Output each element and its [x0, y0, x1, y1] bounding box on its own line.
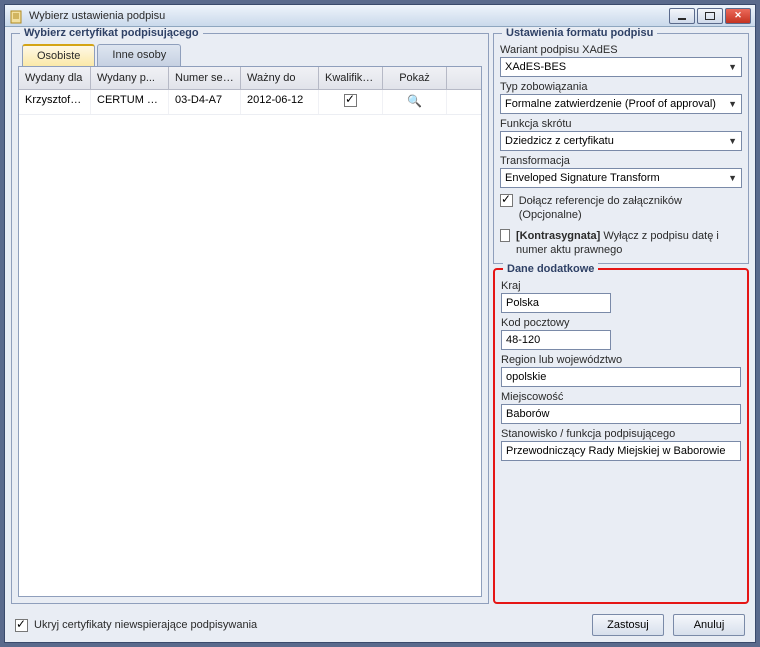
chevron-down-icon: ▼	[728, 173, 737, 183]
chevron-down-icon: ▼	[728, 136, 737, 146]
magnify-icon: 🔍	[407, 94, 422, 108]
th-show[interactable]: Pokaż	[383, 67, 447, 89]
table-row[interactable]: Krzysztof R... CERTUM QCA 03-D4-A7 2012-…	[19, 90, 481, 115]
cell-qualified	[319, 90, 383, 114]
hide-unsupported-checkbox[interactable]	[15, 619, 28, 632]
certificate-legend: Wybierz certyfikat podpisującego	[20, 27, 203, 39]
hash-label: Funkcja skrótu	[500, 118, 742, 130]
role-label: Stanowisko / funkcja podpisującego	[501, 428, 741, 440]
chevron-down-icon: ▼	[728, 62, 737, 72]
commitment-label: Typ zobowiązania	[500, 81, 742, 93]
app-icon	[9, 8, 25, 24]
tab-others[interactable]: Inne osoby	[97, 44, 181, 66]
tab-personal[interactable]: Osobiste	[22, 44, 95, 66]
extra-legend: Dane dodatkowe	[503, 263, 598, 275]
th-issued-to[interactable]: Wydany dla	[19, 67, 91, 89]
dialog-window: Wybierz ustawienia podpisu Wybierz certy…	[4, 4, 756, 643]
cancel-button[interactable]: Anuluj	[673, 614, 745, 636]
format-legend: Ustawienia formatu podpisu	[502, 27, 657, 39]
variant-select[interactable]: XAdES-BES▼	[500, 57, 742, 77]
extra-data-panel: Dane dodatkowe Kraj Polska Kod pocztowy …	[493, 268, 749, 604]
contrasign-label: [Kontrasygnata] Wyłącz z podpisu datę i …	[516, 229, 742, 258]
transform-label: Transformacja	[500, 155, 742, 167]
region-input[interactable]: opolskie	[501, 367, 741, 387]
attach-refs-label: Dołącz referencje do załączników (Opcjon…	[519, 194, 742, 223]
th-qualified[interactable]: Kwalifiko...	[319, 67, 383, 89]
country-label: Kraj	[501, 280, 741, 292]
contrasign-checkbox[interactable]	[500, 229, 510, 242]
close-button[interactable]	[725, 8, 751, 24]
role-input[interactable]: Przewodniczący Rady Miejskiej w Baborowi…	[501, 441, 741, 461]
hash-select[interactable]: Dziedzicz z certyfikatu▼	[500, 131, 742, 151]
cell-issued-by: CERTUM QCA	[91, 90, 169, 114]
zip-input[interactable]: 48-120	[501, 330, 611, 350]
region-label: Region lub województwo	[501, 354, 741, 366]
cell-serial: 03-D4-A7	[169, 90, 241, 114]
transform-select[interactable]: Enveloped Signature Transform▼	[500, 168, 742, 188]
th-issued-by[interactable]: Wydany p...	[91, 67, 169, 89]
country-input[interactable]: Polska	[501, 293, 611, 313]
hide-unsupported-label: Ukryj certyfikaty niewspierające podpisy…	[34, 619, 257, 631]
minimize-button[interactable]	[669, 8, 695, 24]
attach-refs-checkbox[interactable]	[500, 194, 513, 207]
chevron-down-icon: ▼	[728, 99, 737, 109]
zip-label: Kod pocztowy	[501, 317, 741, 329]
qualified-check-icon	[344, 94, 357, 107]
cell-valid-to: 2012-06-12	[241, 90, 319, 114]
city-input[interactable]: Baborów	[501, 404, 741, 424]
variant-label: Wariant podpisu XAdES	[500, 44, 742, 56]
cell-issued-to: Krzysztof R...	[19, 90, 91, 114]
th-valid-to[interactable]: Ważny do	[241, 67, 319, 89]
cell-show[interactable]: 🔍	[383, 90, 447, 114]
window-title: Wybierz ustawienia podpisu	[29, 10, 669, 22]
commitment-select[interactable]: Formalne zatwierdzenie (Proof of approva…	[500, 94, 742, 114]
th-serial[interactable]: Numer ser...	[169, 67, 241, 89]
format-panel: Ustawienia formatu podpisu Wariant podpi…	[493, 33, 749, 264]
apply-button[interactable]: Zastosuj	[592, 614, 664, 636]
titlebar[interactable]: Wybierz ustawienia podpisu	[5, 5, 755, 27]
city-label: Miejscowość	[501, 391, 741, 403]
certificate-table: Wydany dla Wydany p... Numer ser... Ważn…	[18, 66, 482, 597]
certificate-panel: Wybierz certyfikat podpisującego Osobist…	[11, 33, 489, 604]
maximize-button[interactable]	[697, 8, 723, 24]
